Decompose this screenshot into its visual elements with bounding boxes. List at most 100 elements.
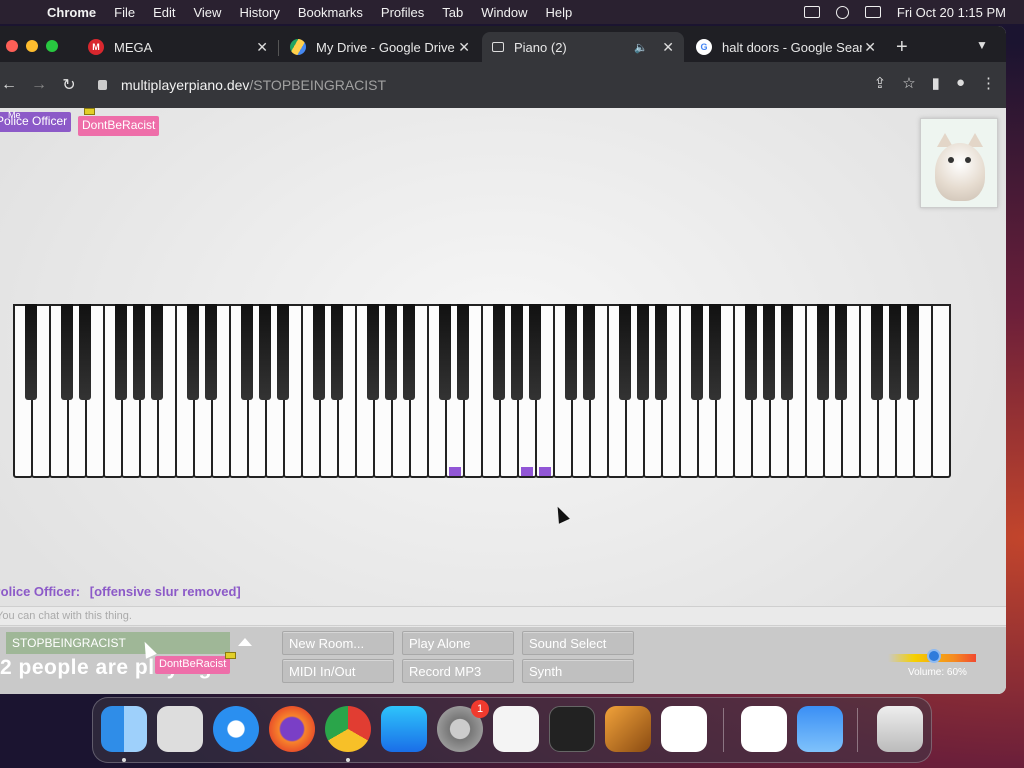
chat-input[interactable]: You can chat with this thing.: [0, 606, 1006, 626]
tab-audio-icon[interactable]: 🔈: [634, 41, 648, 54]
launchpad-icon[interactable]: [157, 706, 203, 752]
piano-black-key[interactable]: [907, 304, 919, 400]
piano-black-key[interactable]: [367, 304, 379, 400]
piano-black-key[interactable]: [691, 304, 703, 400]
user-tag-dontberacist-bottom[interactable]: DontBeRacist: [155, 656, 231, 674]
menu-history[interactable]: History: [230, 5, 288, 20]
user-tag-me[interactable]: Me Police Officer: [0, 110, 72, 132]
vscode-icon[interactable]: [661, 706, 707, 752]
spotlight-search-icon[interactable]: [835, 5, 849, 19]
piano-black-key[interactable]: [313, 304, 325, 400]
piano-black-key[interactable]: [835, 304, 847, 400]
menu-app-name[interactable]: Chrome: [38, 5, 105, 20]
piano-black-key[interactable]: [133, 304, 145, 400]
app-store-icon[interactable]: [381, 706, 427, 752]
tab-google-drive[interactable]: My Drive - Google Drive ✕: [280, 32, 480, 62]
chrome-menu-icon[interactable]: ⋮: [981, 74, 996, 92]
finder-icon[interactable]: [101, 706, 147, 752]
menu-tab[interactable]: Tab: [433, 5, 472, 20]
play-alone-button[interactable]: Play Alone: [402, 631, 514, 655]
close-tab-icon[interactable]: ✕: [864, 39, 876, 56]
visual-studio-icon[interactable]: [741, 706, 787, 752]
menu-help[interactable]: Help: [537, 5, 582, 20]
trash-icon[interactable]: [877, 706, 923, 752]
synth-button[interactable]: Synth: [522, 659, 634, 683]
menu-window[interactable]: Window: [472, 5, 536, 20]
piano-black-key[interactable]: [619, 304, 631, 400]
piano-black-key[interactable]: [403, 304, 415, 400]
screen-mirroring-icon[interactable]: [803, 6, 820, 18]
room-selector[interactable]: STOPBEINGRACIST: [6, 632, 230, 654]
piano-black-key[interactable]: [331, 304, 343, 400]
piano-black-key[interactable]: [115, 304, 127, 400]
close-tab-icon[interactable]: ✕: [256, 39, 268, 56]
close-tab-icon[interactable]: ✕: [662, 39, 674, 56]
piano-black-key[interactable]: [583, 304, 595, 400]
garageband-icon[interactable]: [605, 706, 651, 752]
new-room-button[interactable]: New Room...: [282, 631, 394, 655]
terminal-icon[interactable]: [549, 706, 595, 752]
piano-black-key[interactable]: [511, 304, 523, 400]
piano-black-key[interactable]: [25, 304, 37, 400]
volume-slider-knob[interactable]: [926, 649, 941, 663]
chrome-icon[interactable]: [325, 706, 371, 752]
weather-icon[interactable]: [797, 706, 843, 752]
side-panel-icon[interactable]: ▮: [932, 74, 940, 92]
tab-google-search[interactable]: G halt doors - Google Search ✕: [686, 32, 886, 62]
piano-black-key[interactable]: [439, 304, 451, 400]
menu-file[interactable]: File: [105, 5, 144, 20]
piano-black-key[interactable]: [457, 304, 469, 400]
textedit-icon[interactable]: [493, 706, 539, 752]
menu-bookmarks[interactable]: Bookmarks: [289, 5, 372, 20]
profile-avatar-icon[interactable]: ●: [956, 74, 965, 92]
piano-black-key[interactable]: [781, 304, 793, 400]
sound-select-button[interactable]: Sound Select: [522, 631, 634, 655]
control-center-icon[interactable]: [864, 6, 881, 18]
piano-keyboard[interactable]: [13, 304, 951, 478]
user-tag-dontberacist[interactable]: DontBeRacist: [78, 116, 160, 136]
firefox-icon[interactable]: [269, 706, 315, 752]
zoom-window-button[interactable]: [46, 40, 58, 52]
piano-black-key[interactable]: [277, 304, 289, 400]
piano-black-key[interactable]: [763, 304, 775, 400]
midi-in-out-button[interactable]: MIDI In/Out: [282, 659, 394, 683]
tab-search-chevron-icon[interactable]: ▼: [976, 38, 988, 52]
close-window-button[interactable]: [6, 40, 18, 52]
back-arrow-icon[interactable]: ←: [0, 76, 24, 94]
reload-icon[interactable]: ↻: [54, 75, 84, 95]
minimize-window-button[interactable]: [26, 40, 38, 52]
forward-arrow-icon[interactable]: →: [24, 76, 54, 94]
piano-black-key[interactable]: [871, 304, 883, 400]
piano-black-key[interactable]: [79, 304, 91, 400]
address-bar[interactable]: multiplayerpiano.dev /STOPBEINGRACIST: [98, 72, 838, 98]
piano-black-key[interactable]: [565, 304, 577, 400]
menubar-clock[interactable]: Fri Oct 20 1:15 PM: [897, 5, 1006, 20]
safari-icon[interactable]: [213, 706, 259, 752]
share-icon[interactable]: ⇪: [874, 74, 887, 92]
piano-black-key[interactable]: [205, 304, 217, 400]
piano-black-key[interactable]: [493, 304, 505, 400]
piano-black-key[interactable]: [151, 304, 163, 400]
bookmark-star-icon[interactable]: ☆: [902, 74, 915, 92]
piano-black-key[interactable]: [61, 304, 73, 400]
record-mp3-button[interactable]: Record MP3: [402, 659, 514, 683]
room-list-arrow-icon[interactable]: [238, 638, 252, 646]
piano-black-key[interactable]: [745, 304, 757, 400]
piano-black-key[interactable]: [259, 304, 271, 400]
piano-black-key[interactable]: [709, 304, 721, 400]
tab-piano[interactable]: Piano (2) 🔈 ✕: [482, 32, 684, 62]
piano-black-key[interactable]: [241, 304, 253, 400]
piano-black-key[interactable]: [889, 304, 901, 400]
piano-black-key[interactable]: [187, 304, 199, 400]
piano-white-key[interactable]: [931, 304, 951, 478]
piano-black-key[interactable]: [817, 304, 829, 400]
piano-black-key[interactable]: [637, 304, 649, 400]
new-tab-button[interactable]: +: [896, 36, 908, 59]
system-settings-icon[interactable]: 1: [437, 700, 489, 752]
lock-icon[interactable]: [98, 80, 107, 90]
menu-edit[interactable]: Edit: [144, 5, 184, 20]
piano-black-key[interactable]: [385, 304, 397, 400]
close-tab-icon[interactable]: ✕: [458, 39, 470, 56]
piano-black-key[interactable]: [655, 304, 667, 400]
menu-profiles[interactable]: Profiles: [372, 5, 433, 20]
